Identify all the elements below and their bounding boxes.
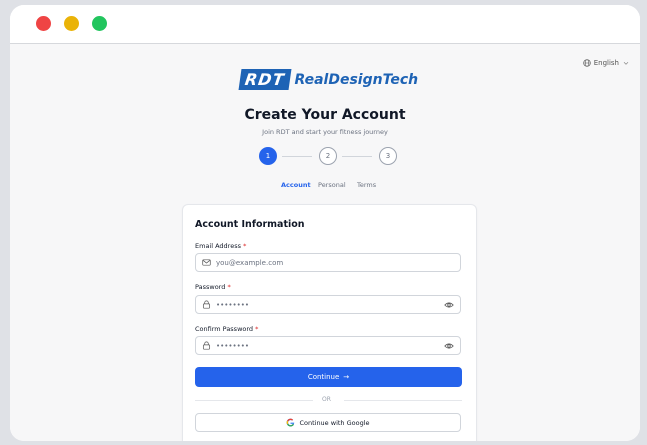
step-1-indicator: 1 [259, 147, 277, 165]
step-2-indicator: 2 [319, 147, 337, 165]
step-3-indicator: 3 [379, 147, 397, 165]
maximize-window-button[interactable] [92, 16, 107, 31]
required-marker: * [255, 325, 259, 333]
mail-icon [202, 259, 211, 266]
arrow-right-icon: → [343, 373, 350, 381]
app-window: English RDT RealDesignTech Create Your A… [10, 5, 640, 441]
form-title: Account Information [195, 219, 305, 230]
required-marker: * [227, 283, 231, 291]
confirm-password-label-text: Confirm Password [195, 325, 254, 333]
step-connector [282, 156, 312, 157]
step-label-account: Account [281, 181, 311, 189]
step-label-terms: Terms [357, 181, 377, 189]
lock-icon [202, 300, 211, 309]
required-marker: * [243, 242, 247, 250]
logo-wordmark: RealDesignTech [294, 71, 419, 88]
minimize-window-button[interactable] [64, 16, 79, 31]
email-label-text: Email Address [195, 242, 241, 250]
email-field[interactable]: you@example.com [195, 253, 461, 272]
password-label: Password * [195, 283, 231, 291]
google-signin-button[interactable]: Continue with Google [195, 413, 461, 432]
signup-page: English RDT RealDesignTech Create Your A… [10, 43, 640, 441]
email-placeholder: you@example.com [216, 258, 284, 267]
page-subtitle: Join RDT and start your fitness journey [262, 128, 388, 136]
divider-line [344, 400, 462, 401]
page-title: Create Your Account [244, 107, 406, 123]
email-label: Email Address * [195, 242, 246, 250]
google-icon [286, 418, 295, 427]
globe-icon [583, 59, 591, 67]
step-label-personal: Personal [318, 181, 346, 189]
show-password-icon[interactable] [444, 341, 454, 351]
confirm-password-field[interactable]: •••••••• [195, 336, 461, 355]
confirm-password-label: Confirm Password * [195, 325, 258, 333]
show-password-icon[interactable] [444, 300, 454, 310]
or-divider: OR [322, 396, 331, 403]
account-form-card: Account Information Email Address * you@… [182, 204, 477, 441]
language-label: English [593, 59, 619, 67]
password-label-text: Password [195, 283, 226, 291]
divider-line [195, 400, 313, 401]
close-window-button[interactable] [36, 16, 51, 31]
title-bar [10, 5, 640, 43]
continue-button[interactable]: Continue → [195, 367, 462, 387]
chevron-down-icon [623, 61, 629, 65]
continue-label: Continue [307, 373, 340, 381]
confirm-password-value: •••••••• [216, 341, 250, 350]
logo-mark: RDT [238, 69, 291, 90]
password-value: •••••••• [216, 300, 250, 309]
google-button-label: Continue with Google [299, 418, 370, 427]
brand-logo: RDT RealDesignTech [238, 69, 419, 90]
language-selector[interactable]: English [583, 59, 630, 67]
lock-icon [202, 341, 211, 350]
step-connector [342, 156, 372, 157]
password-field[interactable]: •••••••• [195, 295, 461, 314]
